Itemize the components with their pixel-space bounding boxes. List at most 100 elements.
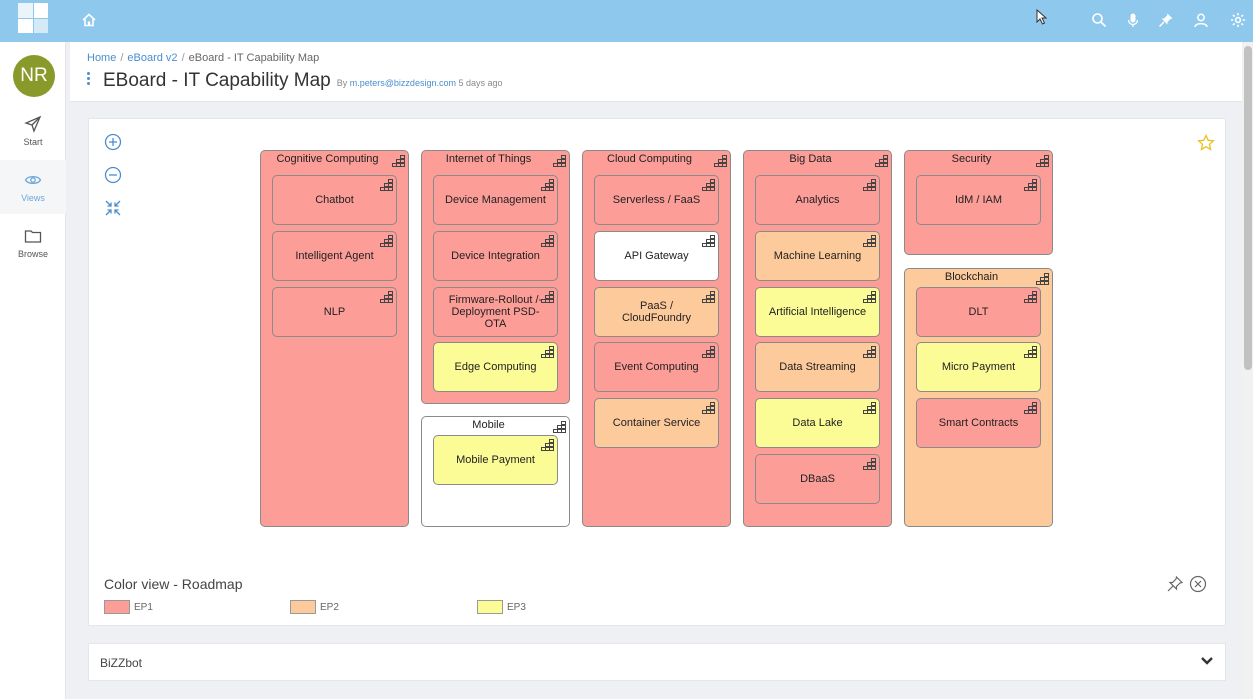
capability-label: Device Management: [445, 194, 546, 206]
capability-dbaas[interactable]: DBaaS: [755, 454, 880, 504]
home-icon[interactable]: [79, 10, 99, 30]
nav-item-browse[interactable]: Browse: [0, 216, 66, 270]
legend-label: EP3: [507, 601, 526, 613]
capability-icon: [863, 458, 876, 470]
nav-item-views[interactable]: Views: [0, 160, 66, 214]
capability-event-computing[interactable]: Event Computing: [594, 342, 719, 392]
pin-legend-icon[interactable]: [1166, 575, 1184, 593]
nav-label-start: Start: [23, 137, 43, 147]
capability-idm-iam[interactable]: IdM / IAM: [916, 175, 1041, 225]
capability-smart-contracts[interactable]: Smart Contracts: [916, 398, 1041, 448]
capability-data-lake[interactable]: Data Lake: [755, 398, 880, 448]
legend-item-ep2: EP2: [290, 600, 339, 614]
zoom-out-icon[interactable]: [103, 165, 123, 185]
capability-icon: [863, 179, 876, 191]
legend-label: EP2: [320, 601, 339, 613]
capability-edge-computing[interactable]: Edge Computing: [433, 342, 558, 392]
capability-chatbot[interactable]: Chatbot: [272, 175, 397, 225]
capability-label: Micro Payment: [941, 361, 1016, 373]
breadcrumb-parent[interactable]: eBoard v2: [127, 52, 177, 64]
breadcrumb-home[interactable]: Home: [87, 52, 116, 64]
legend-swatch: [477, 600, 503, 614]
capability-icon: [863, 346, 876, 358]
avatar[interactable]: NR: [13, 55, 55, 97]
send-icon: [24, 115, 42, 133]
capability-label: Smart Contracts: [938, 417, 1019, 429]
title-row: EBoard - IT Capability Map By m.peters@b…: [87, 70, 503, 92]
capability-analytics[interactable]: Analytics: [755, 175, 880, 225]
modified-time: 5 days ago: [458, 78, 503, 88]
capability-icon: [541, 179, 554, 191]
zoom-in-icon[interactable]: [103, 132, 123, 152]
byline-prefix: By: [336, 78, 348, 88]
capability-icon: [553, 420, 566, 433]
capability-dlt[interactable]: DLT: [916, 287, 1041, 337]
capability-container-service[interactable]: Container Service: [594, 398, 719, 448]
capability-icon: [863, 291, 876, 303]
group-title: Security: [951, 153, 992, 165]
capability-icon: [1036, 154, 1049, 167]
nav-label-browse: Browse: [17, 249, 48, 259]
capability-icon: [702, 235, 715, 247]
capability-label: DBaaS: [800, 473, 835, 485]
capability-label: Edge Computing: [454, 361, 537, 373]
group-title: Cognitive Computing: [276, 153, 379, 165]
capability-device-management[interactable]: Device Management: [433, 175, 558, 225]
capability-nlp[interactable]: NLP: [272, 287, 397, 337]
capability-label: Serverless / FaaS: [612, 194, 701, 206]
capability-label: Event Computing: [614, 361, 699, 373]
close-legend-icon[interactable]: [1189, 575, 1207, 593]
legend-label: EP1: [134, 601, 153, 613]
capability-label: Chatbot: [315, 194, 354, 206]
gear-icon[interactable]: [1228, 10, 1248, 30]
breadcrumb-separator: /: [120, 52, 124, 64]
user-icon[interactable]: [1191, 10, 1211, 30]
capability-icon: [702, 179, 715, 191]
breadcrumb: Home / eBoard v2/eBoard - IT Capability Ma…: [87, 52, 319, 64]
capability-icon: [875, 154, 888, 167]
capability-icon: [702, 402, 715, 414]
capability-label: API Gateway: [624, 250, 689, 262]
nav-item-start[interactable]: Start: [0, 104, 66, 158]
capability-artificial-intelligence[interactable]: Artificial Intelligence: [755, 287, 880, 337]
capability-icon: [541, 346, 554, 358]
capability-micro-payment[interactable]: Micro Payment: [916, 342, 1041, 392]
capability-icon: [392, 154, 405, 167]
capability-icon: [863, 402, 876, 414]
capability-label: Container Service: [612, 417, 701, 429]
capability-icon: [380, 179, 393, 191]
favorite-star-icon[interactable]: [1197, 134, 1215, 152]
app-logo[interactable]: [18, 3, 48, 33]
search-icon[interactable]: [1089, 10, 1109, 30]
scrollbar-thumb[interactable]: [1244, 46, 1252, 370]
legend-title: Color view - Roadmap: [104, 576, 243, 592]
fit-screen-icon[interactable]: [103, 198, 123, 218]
capability-device-integration[interactable]: Device Integration: [433, 231, 558, 281]
capability-api-gateway[interactable]: API Gateway: [594, 231, 719, 281]
mouse-cursor: [1036, 9, 1048, 25]
capability-icon: [702, 346, 715, 358]
bizzbot-panel[interactable]: BiZZbot: [88, 643, 1226, 681]
capability-label: IdM / IAM: [954, 194, 1003, 206]
capability-label: Intelligent Agent: [295, 250, 374, 262]
capability-firmware-rollout[interactable]: Firmware-Rollout /-Deployment PSD-OTA: [433, 287, 558, 337]
capability-label: Data Streaming: [779, 361, 856, 373]
author-link[interactable]: m.peters@bizzdesign.com: [350, 78, 456, 88]
capability-label: Data Lake: [792, 417, 843, 429]
capability-mobile-payment[interactable]: Mobile Payment: [433, 435, 558, 485]
capability-label: DLT: [968, 306, 989, 318]
page-title: EBoard - IT Capability Map: [103, 70, 331, 91]
capability-paas-cloudfoundry[interactable]: PaaS / CloudFoundry: [594, 287, 719, 337]
pin-icon[interactable]: [1156, 10, 1176, 30]
capability-intelligent-agent[interactable]: Intelligent Agent: [272, 231, 397, 281]
capability-machine-learning[interactable]: Machine Learning: [755, 231, 880, 281]
capability-icon: [863, 235, 876, 247]
kebab-menu-icon[interactable]: [87, 72, 91, 88]
capability-serverless-faas[interactable]: Serverless / FaaS: [594, 175, 719, 225]
bizzbot-label: BiZZbot: [100, 656, 143, 670]
chevron-down-icon[interactable]: [1199, 654, 1215, 668]
capability-icon: [702, 291, 715, 303]
microphone-icon[interactable]: [1123, 10, 1143, 30]
capability-data-streaming[interactable]: Data Streaming: [755, 342, 880, 392]
capability-icon: [380, 291, 393, 303]
